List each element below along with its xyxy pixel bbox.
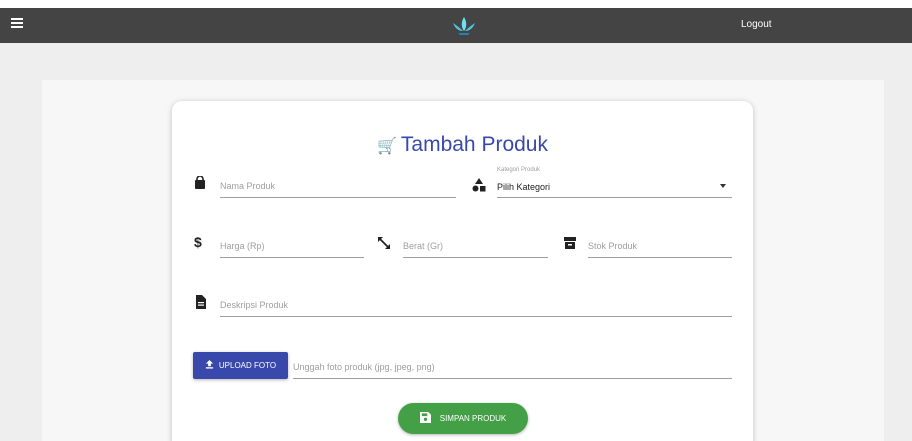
save-product-button[interactable]: SIMPAN PRODUK — [398, 403, 528, 434]
document-icon — [194, 295, 208, 309]
page-title: 🛒 Tambah Produk — [172, 133, 753, 157]
add-product-card: 🛒 Tambah Produk Nama Produk Kategori Prod… — [172, 101, 753, 441]
floppy-disk-icon — [419, 412, 431, 425]
category-select[interactable]: Kategori Produk Pilih Kategori — [497, 167, 732, 198]
weight-placeholder: Berat (Gr) — [403, 241, 444, 251]
resize-arrows-icon — [377, 236, 391, 250]
dollar-icon: $ — [194, 234, 202, 250]
stock-input[interactable]: Stok Produk — [588, 233, 732, 258]
upload-photo-button[interactable]: UPLOAD FOTO — [193, 352, 288, 379]
chevron-down-icon — [720, 184, 726, 188]
description-placeholder: Deskripsi Produk — [220, 300, 289, 310]
hamburger-menu-icon[interactable] — [11, 18, 23, 30]
stock-placeholder: Stok Produk — [588, 241, 638, 251]
product-name-placeholder: Nama Produk — [220, 181, 276, 191]
page-title-text: Tambah Produk — [400, 133, 548, 156]
lotus-logo-icon[interactable] — [450, 15, 478, 37]
weight-input[interactable]: Berat (Gr) — [403, 233, 548, 258]
archive-box-icon — [563, 236, 577, 250]
price-input[interactable]: Harga (Rp) — [220, 233, 364, 258]
shopping-bag-icon — [193, 176, 207, 190]
top-navbar: Logout — [0, 8, 912, 43]
save-product-label: SIMPAN PRODUK — [439, 414, 507, 423]
upload-icon — [205, 360, 214, 371]
price-placeholder: Harga (Rp) — [220, 241, 265, 251]
photo-path-input[interactable]: Unggah foto produk (jpg, jpeg, png) — [293, 353, 732, 379]
logout-link[interactable]: Logout — [741, 19, 772, 30]
description-input[interactable]: Deskripsi Produk — [220, 291, 732, 317]
cart-icon: 🛒 — [376, 138, 397, 155]
category-label: Kategori Produk — [497, 167, 541, 173]
product-name-input[interactable]: Nama Produk — [220, 173, 456, 198]
category-value: Pilih Kategori — [497, 182, 551, 192]
shapes-icon — [472, 178, 486, 192]
photo-path-placeholder: Unggah foto produk (jpg, jpeg, png) — [293, 362, 435, 372]
upload-photo-label: UPLOAD FOTO — [218, 361, 277, 370]
